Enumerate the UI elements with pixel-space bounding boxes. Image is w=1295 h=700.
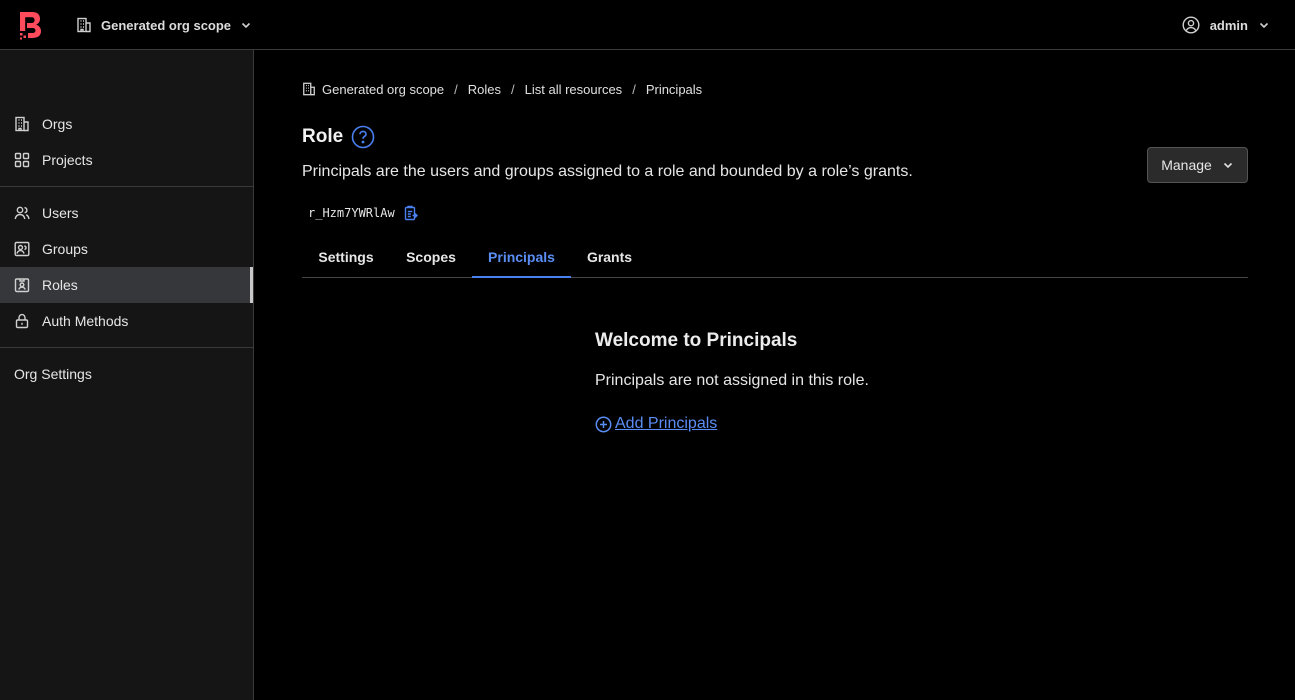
lock-icon: [15, 313, 29, 329]
user-menu[interactable]: admin: [1182, 15, 1270, 35]
breadcrumb: Generated org scope / Roles / List all r…: [302, 80, 702, 98]
top-bar: Generated org scope admin: [0, 0, 1295, 50]
resource-id: r_Hzm7YWRlAw: [308, 206, 395, 220]
breadcrumb-scope[interactable]: Generated org scope: [322, 82, 444, 97]
clipboard-copy-icon: [404, 205, 418, 221]
breadcrumb-separator: /: [511, 81, 515, 97]
sidebar-item-groups[interactable]: Groups: [0, 231, 253, 267]
page-subtitle: Principals are the users and groups assi…: [302, 163, 913, 180]
scope-label: Generated org scope: [101, 17, 232, 33]
breadcrumb-list[interactable]: List all resources: [525, 82, 623, 97]
sidebar-item-roles[interactable]: Roles: [0, 267, 253, 303]
chevron-down-icon: [1223, 162, 1232, 169]
scope-switcher[interactable]: Generated org scope: [76, 15, 252, 35]
grid-icon: [14, 152, 30, 168]
breadcrumb-current: Principals: [645, 81, 703, 97]
tab-principals[interactable]: Principals: [472, 237, 571, 278]
sidebar-item-label: Groups: [42, 241, 88, 257]
users-icon: [14, 206, 30, 220]
sidebar-item-orgs[interactable]: Orgs: [0, 106, 253, 142]
empty-state-title: Welcome to Principals: [595, 330, 798, 351]
resource-id-row: r_Hzm7YWRlAw: [308, 203, 419, 223]
id-badge-icon: [14, 278, 30, 293]
sidebar-item-label: Projects: [42, 152, 93, 168]
manage-button[interactable]: Manage: [1147, 147, 1248, 183]
page-title: Role: [302, 126, 344, 147]
user-label: admin: [1209, 17, 1248, 33]
manage-label: Manage: [1161, 157, 1212, 173]
chevron-down-icon: [1259, 22, 1269, 29]
sidebar-item-label: Org Settings: [14, 366, 92, 382]
user-circle-icon: [1182, 16, 1200, 34]
help-icon[interactable]: [351, 125, 375, 149]
sidebar-item-label: Auth Methods: [42, 313, 129, 329]
sidebar-item-label: Orgs: [42, 116, 73, 132]
breadcrumb-separator: /: [454, 81, 458, 97]
add-principals-link[interactable]: Add Principals: [595, 415, 717, 433]
chevron-down-icon: [241, 22, 251, 29]
breadcrumb-separator: /: [632, 81, 636, 97]
boundary-logo-icon[interactable]: [17, 10, 43, 40]
sidebar-item-label: Roles: [42, 277, 78, 293]
groups-icon: [14, 241, 30, 257]
sidebar: Orgs Projects Users Groups Roles Auth Me…: [0, 50, 254, 700]
building-icon: [303, 82, 315, 96]
breadcrumb-roles[interactable]: Roles: [468, 82, 501, 97]
copy-button[interactable]: [403, 205, 419, 221]
sidebar-item-projects[interactable]: Projects: [0, 142, 253, 178]
empty-state: Welcome to Principals Principals are not…: [595, 330, 869, 432]
sidebar-divider: [0, 186, 253, 187]
sidebar-item-auth-methods[interactable]: Auth Methods: [0, 303, 253, 339]
plus-circle-icon: [595, 416, 612, 432]
building-icon: [15, 116, 29, 132]
sidebar-item-label: Users: [42, 205, 79, 221]
title-row: Role: [302, 124, 375, 150]
sidebar-item-users[interactable]: Users: [0, 195, 253, 231]
tab-scopes[interactable]: Scopes: [390, 237, 472, 277]
sidebar-divider: [0, 347, 253, 348]
add-principals-label: Add Principals: [615, 415, 718, 432]
sidebar-item-org-settings[interactable]: Org Settings: [0, 356, 253, 392]
empty-state-message: Principals are not assigned in this role…: [595, 372, 869, 389]
tab-settings[interactable]: Settings: [302, 237, 390, 277]
building-icon: [77, 17, 91, 33]
tab-bar: Settings Scopes Principals Grants: [302, 237, 1248, 278]
tab-grants[interactable]: Grants: [571, 237, 648, 277]
